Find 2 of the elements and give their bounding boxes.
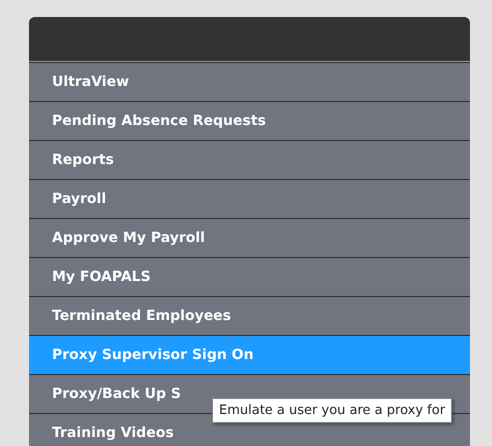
menu-item[interactable]: Proxy Supervisor Sign On	[29, 335, 470, 374]
tooltip: Emulate a user you are a proxy for	[212, 398, 452, 423]
